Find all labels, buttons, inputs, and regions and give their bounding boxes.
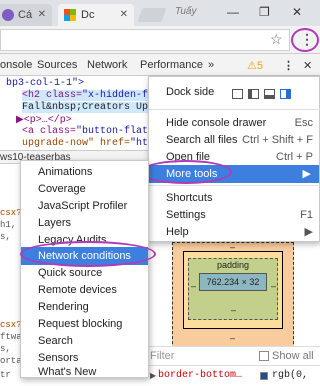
css-value[interactable]: rgb(0,: [272, 370, 308, 381]
padding-bottom-value[interactable]: –: [231, 305, 236, 315]
more-tools-menu: Animations Coverage JavaScript Profiler …: [20, 160, 149, 378]
code-line[interactable]: <a class="button-flat h: [22, 126, 160, 137]
menu-item-sensors[interactable]: Sensors: [21, 349, 148, 367]
submenu-arrow-icon: ▶: [302, 168, 311, 180]
menu-item-search[interactable]: Search: [21, 332, 148, 350]
devtools-tabbar: onsole Sources Network Performance » ⚠5 …: [0, 54, 320, 76]
menu-item-coverage[interactable]: Coverage: [21, 180, 148, 198]
warning-count-badge[interactable]: ⚠5: [247, 59, 263, 72]
devtools-main-menu: Dock side Hide console drawer Esc Search …: [148, 76, 320, 242]
dock-side-label: Dock side: [166, 86, 215, 98]
undock-icon[interactable]: [232, 89, 243, 99]
address-bar-row: ☆ ⋮: [0, 26, 320, 54]
padding-right-value[interactable]: –: [271, 281, 276, 291]
annotation-circle: [20, 241, 156, 267]
menu-item-rendering[interactable]: Rendering: [21, 298, 148, 316]
annotation-circle: [291, 28, 319, 52]
minimize-button[interactable]: —: [227, 5, 239, 19]
dock-right-icon[interactable]: [280, 89, 291, 99]
box-model-padding: padding – – 762.234 × 32 –: [188, 258, 278, 320]
devtools-menu-icon[interactable]: ⋮: [283, 59, 294, 72]
menu-item-hide-console[interactable]: Hide console drawer Esc: [149, 114, 320, 132]
tab-performance[interactable]: Performance: [140, 59, 203, 71]
browser-tab-active[interactable]: Dc ✕: [58, 4, 134, 26]
menu-item-whats-new[interactable]: What's New: [21, 366, 148, 378]
devtools-close-icon[interactable]: ✕: [303, 59, 312, 72]
padding-left-value[interactable]: –: [191, 281, 196, 291]
snippet: ftwa: [0, 332, 22, 342]
filter-input[interactable]: Filter: [150, 350, 174, 362]
dock-side-options: [232, 89, 291, 99]
menu-separator: [149, 109, 320, 110]
snippet: s,: [0, 232, 11, 242]
menu-item-search-files[interactable]: Search all files Ctrl + Shift + F: [149, 131, 320, 149]
show-all-checkbox[interactable]: [259, 351, 269, 361]
css-rule-row: ▶ border-bottom… rgb(0,: [150, 370, 309, 381]
menu-item-animations[interactable]: Animations: [21, 163, 148, 181]
window-title: Tuấy: [175, 6, 197, 17]
microsoft-favicon-icon: [64, 9, 76, 21]
menu-item-shortcuts[interactable]: Shortcuts: [149, 189, 320, 207]
close-window-button[interactable]: ✕: [292, 5, 302, 19]
bookmark-star-icon[interactable]: ☆: [270, 31, 283, 48]
menu-item-request-blocking[interactable]: Request blocking: [21, 315, 148, 333]
tab-title: Cá: [18, 9, 33, 21]
tab-close-icon[interactable]: ✕: [120, 9, 128, 20]
menu-item-help[interactable]: Help ▶: [149, 223, 320, 241]
opera-favicon-icon: [2, 9, 14, 21]
css-property[interactable]: border-bottom…: [158, 370, 242, 381]
tab-sources[interactable]: Sources: [37, 59, 77, 71]
dock-bottom-icon[interactable]: [264, 89, 275, 99]
box-model-margin: – padding – – 762.234 × 32 – –: [172, 242, 294, 354]
menu-item-remote-devices[interactable]: Remote devices: [21, 281, 148, 299]
maximize-button[interactable]: ❐: [259, 5, 270, 19]
box-model-content-size[interactable]: 762.234 × 32: [199, 273, 267, 291]
menu-separator: [149, 185, 320, 186]
box-model-border: padding – – 762.234 × 32 –: [183, 251, 283, 329]
tab-title: Dc: [81, 9, 95, 21]
code-line[interactable]: bp3-col-1-1">: [6, 78, 84, 89]
snippet: tr: [0, 370, 11, 380]
tab-network[interactable]: Network: [87, 59, 127, 71]
styles-snippets: csx? h1, s, csx? ftwa s, orta tr: [0, 164, 22, 386]
browser-tab[interactable]: Cá ✕: [0, 4, 52, 26]
address-input[interactable]: [0, 29, 290, 51]
color-swatch[interactable]: [260, 372, 268, 380]
submenu-arrow-icon: ▶: [304, 226, 313, 238]
tab-close-icon[interactable]: ✕: [38, 9, 46, 20]
snippet: csx?: [0, 208, 22, 218]
snippet: h1,: [0, 220, 17, 230]
annotation-circle: [140, 160, 232, 184]
menu-item-layers[interactable]: Layers: [21, 214, 148, 232]
styles-filter-bar: Filter Show all: [148, 346, 320, 366]
margin-bottom-value[interactable]: –: [230, 333, 235, 343]
snippet: s,: [0, 344, 11, 354]
browser-title-bar: Cá ✕ Dc ✕ Tuấy — ❐ ✕: [0, 0, 320, 26]
code-line[interactable]: ▶<p>…</p>: [16, 114, 72, 126]
snippet: orta: [0, 356, 22, 366]
more-tabs-icon[interactable]: »: [208, 59, 214, 71]
menu-item-settings[interactable]: Settings F1: [149, 206, 320, 224]
tab-console[interactable]: onsole: [0, 59, 32, 71]
show-all-label: Show all: [272, 350, 314, 362]
snippet: csx?: [0, 320, 22, 330]
new-tab-button[interactable]: [137, 8, 167, 22]
dock-left-icon[interactable]: [248, 89, 259, 99]
padding-label: padding: [217, 260, 250, 270]
menu-item-javascript-profiler[interactable]: JavaScript Profiler: [21, 197, 148, 215]
code-line[interactable]: upgrade-now" href="htt: [22, 138, 154, 149]
